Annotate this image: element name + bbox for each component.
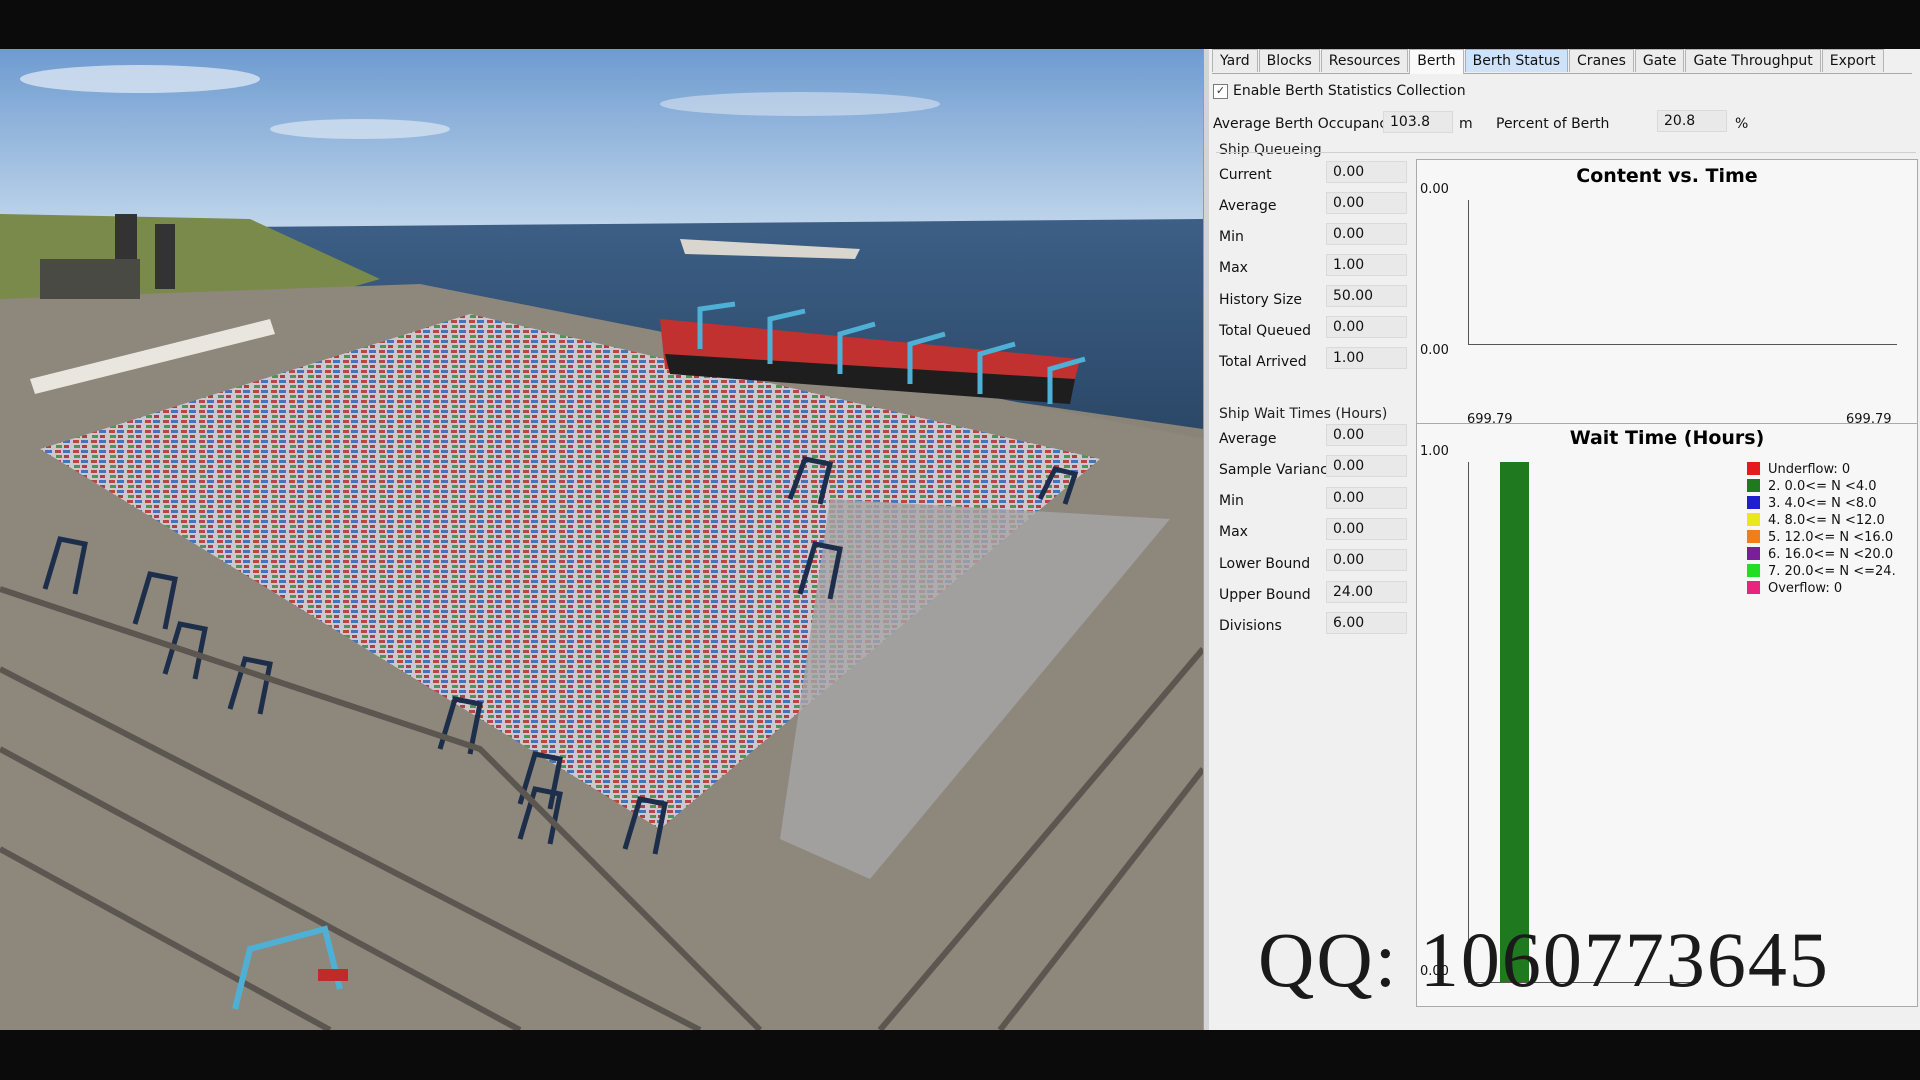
legend-item-bin-3: 3. 4.0<= N <8.0 [1747,496,1877,511]
tab-cranes[interactable]: Cranes [1569,49,1634,72]
percent-unit-label: % [1735,116,1749,132]
content-ytick-top: 0.00 [1420,182,1449,197]
port-terminal-3d-scene[interactable] [0,49,1203,1030]
percent-of-berth-field[interactable]: 20.8 [1657,110,1727,132]
content-chart-title: Content vs. Time [1576,165,1758,187]
legend-item-bin-7: 7. 20.0<= N <=24. [1747,564,1896,579]
ship-queueing-section-title: Ship Queueing [1219,142,1322,158]
enable-berth-stats-label: Enable Berth Statistics Collection [1233,83,1466,99]
wait-lower-bound-field[interactable]: 0.00 [1326,549,1407,571]
tab-berth-status[interactable]: Berth Status [1464,49,1569,72]
wait-min-label: Min [1219,493,1244,509]
queue-total-queued-field[interactable]: 0.00 [1326,316,1407,338]
queue-min-field[interactable]: 0.00 [1326,223,1407,245]
wait-sample-variance-field[interactable]: 0.00 [1326,455,1407,477]
queue-max-label: Max [1219,260,1248,276]
tab-gate[interactable]: Gate [1634,49,1685,72]
legend-swatch-underflow [1747,462,1760,475]
queue-average-field[interactable]: 0.00 [1326,192,1407,214]
tab-berth[interactable]: Berth [1409,49,1464,74]
queue-current-label: Current [1219,167,1272,183]
queue-average-label: Average [1219,198,1277,214]
wait-max-field[interactable]: 0.00 [1326,518,1407,540]
wait-lower-bound-label: Lower Bound [1219,556,1311,572]
3d-yard-viewport[interactable] [0,49,1203,1030]
percent-of-berth-label: Percent of Berth [1496,116,1610,132]
statistics-panel: Yard Blocks Resources Berth Berth Status… [1209,49,1920,1030]
tab-export[interactable]: Export [1821,49,1884,72]
tab-resources[interactable]: Resources [1320,49,1409,72]
content-vs-time-chart: Content vs. Time 0.00 0.00 699.79 699.79 [1416,159,1918,435]
content-ytick-bottom: 0.00 [1420,343,1449,358]
queue-min-label: Min [1219,229,1244,245]
legend-item-bin-5: 5. 12.0<= N <16.0 [1747,530,1893,545]
qq-watermark: QQ: 1060773645 [1258,916,1830,1003]
queue-total-arrived-label: Total Arrived [1219,354,1307,370]
queue-history-size-field[interactable]: 50.00 [1326,285,1407,307]
legend-swatch-bin-3 [1747,496,1760,509]
legend-item-bin-4: 4. 8.0<= N <12.0 [1747,513,1885,528]
queue-total-queued-label: Total Queued [1219,323,1312,339]
wait-ytick-top: 1.00 [1420,444,1449,459]
tab-gate-throughput[interactable]: Gate Throughput [1685,49,1821,72]
wait-bars-area [1468,424,1698,982]
legend-swatch-bin-6 [1747,547,1760,560]
wait-divisions-field[interactable]: 6.00 [1326,612,1407,634]
tab-blocks[interactable]: Blocks [1258,49,1320,72]
legend-item-overflow: Overflow: 0 [1747,581,1842,596]
queue-current-field[interactable]: 0.00 [1326,161,1407,183]
wait-average-field[interactable]: 0.00 [1326,424,1407,446]
wait-bar-1 [1500,462,1529,982]
wait-average-label: Average [1219,431,1277,447]
avg-berth-occupancy-field[interactable]: 103.8 [1383,111,1453,133]
tab-yard[interactable]: Yard [1212,49,1258,72]
ship-wait-section-title: Ship Wait Times (Hours) [1219,406,1388,422]
legend-swatch-bin-7 [1747,564,1760,577]
avg-berth-occupancy-label: Average Berth Occupancy [1213,116,1396,132]
wait-upper-bound-label: Upper Bound [1219,587,1311,603]
legend-item-bin-2: 2. 0.0<= N <4.0 [1747,479,1877,494]
legend-item-underflow: Underflow: 0 [1747,462,1850,477]
wait-min-field[interactable]: 0.00 [1326,487,1407,509]
legend-swatch-overflow [1747,581,1760,594]
content-y-axis [1468,200,1469,344]
content-x-axis [1468,344,1897,345]
legend-item-bin-6: 6. 16.0<= N <20.0 [1747,547,1893,562]
wait-upper-bound-field[interactable]: 24.00 [1326,581,1407,603]
queue-history-size-label: History Size [1219,292,1302,308]
legend-swatch-bin-4 [1747,513,1760,526]
legend-swatch-bin-2 [1747,479,1760,492]
wait-divisions-label: Divisions [1219,618,1282,634]
enable-berth-stats-checkbox[interactable]: ✓ [1213,84,1228,99]
wait-max-label: Max [1219,524,1248,540]
queue-total-arrived-field[interactable]: 1.00 [1326,347,1407,369]
wait-sample-variance-label: Sample Variance [1219,462,1337,478]
legend-swatch-bin-5 [1747,530,1760,543]
occupancy-unit-label: m [1459,116,1473,132]
tab-bar: Yard Blocks Resources Berth Berth Status… [1212,49,1912,74]
queue-max-field[interactable]: 1.00 [1326,254,1407,276]
